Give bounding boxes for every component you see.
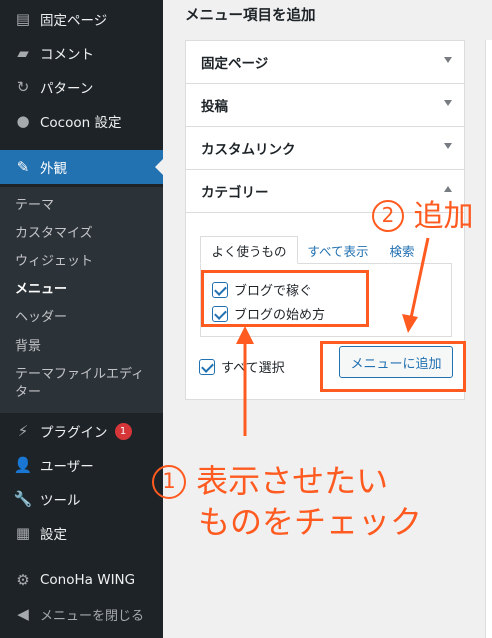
arrow-down-line [409,237,430,319]
step2-number: 2 [372,200,404,232]
annotation-step2: 2 追加 [372,198,474,236]
step1-line1: 表示させたい [196,462,389,500]
arrow-down-head [402,314,418,333]
step1-line2: ものをチェック [198,503,423,541]
arrow-up-head [236,326,254,344]
annotation-step1: 1 表示させたい [152,461,388,501]
annotation-arrows [236,237,430,436]
tab-most-used[interactable]: よく使うもの [200,236,298,264]
step1-number: 1 [152,465,186,499]
step2-text: 追加 [413,199,474,234]
